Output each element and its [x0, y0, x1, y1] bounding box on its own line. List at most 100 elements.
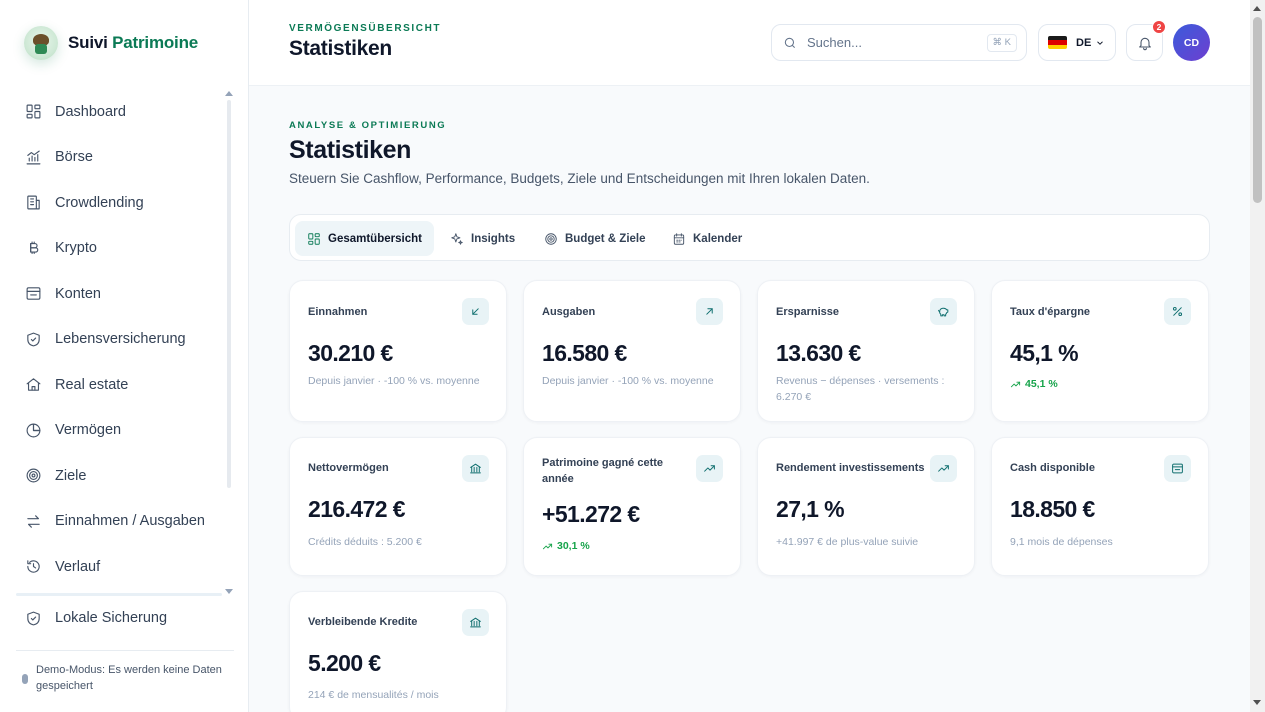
- avatar[interactable]: CD: [1173, 24, 1210, 61]
- sidebar-footer-divider: [16, 650, 234, 651]
- sidebar: Suivi Patrimoine Dashboard Börse Crowdle…: [0, 0, 249, 712]
- card-label: Ersparnisse: [776, 306, 839, 318]
- sidebar-item-ziele[interactable]: Ziele: [16, 453, 226, 499]
- sidebar-item-krypto[interactable]: Krypto: [16, 226, 226, 272]
- top-header: VERMÖGENSÜBERSICHT Statistiken Suchen...…: [249, 0, 1250, 86]
- page-subtitle: Steuern Sie Cashflow, Performance, Budge…: [289, 171, 870, 186]
- home-icon: [26, 378, 41, 391]
- chevron-down-icon: [1097, 40, 1104, 45]
- card-label: Patrimoine gagné cette année: [542, 457, 664, 485]
- stat-card-taux-epargne: Taux d'épargne 45,1 % 45,1 %: [991, 280, 1209, 422]
- header-eyebrow: VERMÖGENSÜBERSICHT: [289, 23, 442, 34]
- window-scrollbar[interactable]: [1250, 0, 1265, 712]
- stats-tabs: Gesamtübersicht Insights Budget & Ziele …: [289, 214, 1210, 261]
- sidebar-nav: Dashboard Börse Crowdlending Krypto Kont…: [16, 89, 226, 590]
- sidebar-item-lokale-sicherung[interactable]: Lokale Sicherung: [16, 596, 226, 640]
- stat-card-einnahmen: Einnahmen 30.210 € Depuis janvier · -100…: [289, 280, 507, 422]
- sidebar-scrollbar[interactable]: [227, 100, 231, 488]
- sidebar-item-label: Krypto: [55, 240, 97, 257]
- sidebar-item-vermogen[interactable]: Vermögen: [16, 408, 226, 454]
- brand[interactable]: Suivi Patrimoine: [24, 26, 198, 60]
- target-icon: [26, 468, 41, 483]
- demo-mode-notice: Demo-Modus: Es werden keine Daten gespei…: [22, 662, 222, 694]
- wallet-icon: [1164, 455, 1191, 482]
- card-trend: 45,1 %: [1010, 378, 1058, 390]
- search-placeholder: Suchen...: [807, 35, 862, 50]
- card-subtext: Crédits déduits : 5.200 €: [308, 536, 422, 548]
- demo-mode-text: Demo-Modus: Es werden keine Daten gespei…: [36, 664, 222, 692]
- grid-icon: [308, 232, 320, 245]
- swap-icon: [27, 515, 40, 528]
- sparkles-icon: [451, 232, 463, 245]
- card-label: Ausgaben: [542, 306, 596, 318]
- scroll-down-arrow[interactable]: [1253, 700, 1261, 705]
- language-selector[interactable]: DE: [1038, 24, 1116, 61]
- grid-icon: [26, 104, 41, 119]
- card-value: 45,1 %: [1010, 340, 1079, 366]
- stat-card-patrimoine-gagne: Patrimoine gagné cette année +51.272 € 3…: [523, 437, 741, 576]
- language-code: DE: [1076, 36, 1092, 49]
- card-label: Verbleibende Kredite: [308, 616, 418, 628]
- card-subtext: Depuis janvier · -100 % vs. moyenne: [542, 375, 714, 387]
- sidebar-item-lebensversicherung[interactable]: Lebensversicherung: [16, 317, 226, 363]
- sidebar-item-verlauf[interactable]: Verlauf: [16, 544, 226, 590]
- card-label: Cash disponible: [1010, 462, 1095, 474]
- brand-logo: [24, 26, 58, 60]
- sidebar-item-label: Konten: [55, 285, 101, 302]
- brand-name: Suivi Patrimoine: [68, 33, 199, 52]
- scroll-up-arrow[interactable]: [1253, 6, 1261, 11]
- card-subtext: Depuis janvier · -100 % vs. moyenne: [308, 375, 480, 387]
- card-value: 13.630 €: [776, 340, 861, 366]
- stat-card-ersparnisse: Ersparnisse 13.630 € Revenus − dépenses …: [757, 280, 975, 422]
- sidebar-item-crowdlending[interactable]: Crowdlending: [16, 180, 226, 226]
- sidebar-item-borse[interactable]: Börse: [16, 135, 226, 181]
- trending-up-icon: [696, 455, 723, 482]
- search-input[interactable]: Suchen... ⌘ K: [771, 24, 1027, 61]
- card-trend: 30,1 %: [542, 540, 590, 552]
- stat-card-nettovermogen: Nettovermögen 216.472 € Crédits déduits …: [289, 437, 507, 576]
- sidebar-item-label: Dashboard: [55, 103, 126, 120]
- card-subtext: 9,1 mois de dépenses: [1010, 536, 1113, 548]
- trending-up-icon: [542, 543, 553, 549]
- card-value: 27,1 %: [776, 496, 845, 522]
- card-value: 16.580 €: [542, 340, 627, 366]
- sidebar-item-label: Einnahmen / Ausgaben: [55, 513, 205, 530]
- status-dot: [22, 674, 28, 684]
- sidebar-item-label: Lokale Sicherung: [55, 610, 168, 626]
- card-label: Rendement investissements: [776, 462, 925, 474]
- sidebar-item-label: Crowdlending: [55, 194, 144, 211]
- page-title: Statistiken: [289, 136, 412, 164]
- card-value: 5.200 €: [308, 650, 381, 676]
- card-label: Nettovermögen: [308, 462, 389, 474]
- sidebar-item-label: Verlauf: [55, 558, 101, 575]
- sidebar-scroll-up[interactable]: [225, 91, 233, 96]
- sidebar-item-real-estate[interactable]: Real estate: [16, 362, 226, 408]
- sidebar-item-dashboard[interactable]: Dashboard: [16, 89, 226, 135]
- card-value: +51.272 €: [542, 501, 640, 527]
- card-value: 30.210 €: [308, 340, 393, 366]
- sidebar-item-label: Ziele: [55, 467, 87, 484]
- bank-icon: [462, 609, 489, 636]
- history-icon: [27, 560, 40, 573]
- scroll-thumb[interactable]: [1253, 17, 1262, 203]
- trending-up-icon: [1010, 381, 1021, 387]
- bitcoin-icon: [30, 241, 39, 254]
- calendar-icon: [673, 232, 685, 245]
- search-icon: [784, 37, 796, 48]
- tab-gesamtubersicht[interactable]: Gesamtübersicht: [295, 221, 434, 256]
- tab-budget-ziele[interactable]: Budget & Ziele: [532, 221, 658, 256]
- bell-icon: [1138, 37, 1151, 50]
- sidebar-scroll-down[interactable]: [225, 589, 233, 594]
- sidebar-item-einnahmen-ausgaben[interactable]: Einnahmen / Ausgaben: [16, 499, 226, 545]
- card-value: 216.472 €: [308, 496, 406, 522]
- sidebar-item-label: Real estate: [55, 376, 129, 393]
- tab-insights[interactable]: Insights: [438, 221, 527, 256]
- tab-kalender[interactable]: Kalender: [660, 221, 754, 256]
- tab-label: Gesamtübersicht: [328, 232, 422, 245]
- card-subtext: Revenus − dépenses · versements : 6.270 …: [776, 375, 945, 403]
- sidebar-item-konten[interactable]: Konten: [16, 271, 226, 317]
- piggy-bank-icon: [930, 298, 957, 325]
- stat-card-ausgaben: Ausgaben 16.580 € Depuis janvier · -100 …: [523, 280, 741, 422]
- page-eyebrow: ANALYSE & OPTIMIERUNG: [289, 120, 447, 131]
- chart-bars-icon: [26, 150, 41, 165]
